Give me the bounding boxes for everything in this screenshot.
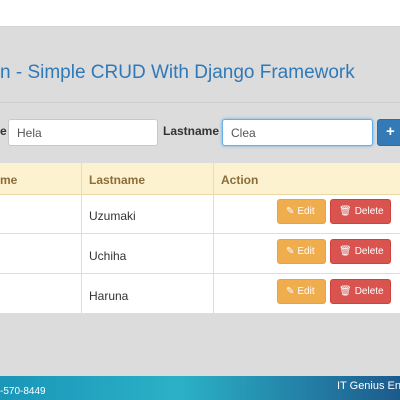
lastname-label: Lastname [163, 124, 220, 138]
column-header-action: Action [221, 173, 259, 187]
add-button[interactable]: + [377, 119, 400, 146]
table-row: Uzumaki ✎ Edit 🗑 Delete [0, 195, 400, 234]
table-row: Uchiha ✎ Edit 🗑 Delete [0, 235, 400, 274]
edit-button[interactable]: ✎ Edit [277, 279, 326, 304]
delete-button-label: Delete [354, 246, 384, 257]
title-divider [0, 102, 400, 103]
table-header: me Lastname Action [0, 163, 400, 195]
footer-brand: IT Genius Eng [337, 380, 400, 392]
top-strip [0, 0, 400, 27]
lastname-cell: Haruna [89, 289, 129, 303]
delete-button[interactable]: 🗑 Delete [330, 239, 391, 264]
column-header-lastname: Lastname [89, 173, 146, 187]
edit-icon: ✎ [286, 286, 295, 297]
trash-icon: 🗑 [339, 206, 352, 217]
lastname-cell: Uzumaki [89, 209, 136, 223]
edit-button[interactable]: ✎ Edit [277, 239, 326, 264]
trash-icon: 🗑 [339, 246, 352, 257]
edit-button-label: Edit [297, 286, 315, 297]
edit-icon: ✎ [286, 246, 295, 257]
delete-button[interactable]: 🗑 Delete [330, 279, 391, 304]
members-table: me Lastname Action Uzumaki ✎ Edit 🗑 Delete… [0, 163, 400, 314]
lastname-cell: Uchiha [89, 249, 127, 263]
footer-phone: -570-8449 [0, 386, 46, 397]
column-header-firstname: me [0, 173, 18, 187]
edit-button-label: Edit [297, 246, 315, 257]
edit-icon: ✎ [286, 206, 295, 217]
delete-button-label: Delete [354, 286, 384, 297]
firstname-label: e [0, 124, 7, 138]
lastname-input[interactable] [222, 119, 373, 146]
edit-button[interactable]: ✎ Edit [277, 199, 326, 224]
firstname-input[interactable] [8, 119, 158, 146]
delete-button[interactable]: 🗑 Delete [330, 199, 391, 224]
table-row: Haruna ✎ Edit 🗑 Delete [0, 275, 400, 314]
page-title: n - Simple CRUD With Django Framework [0, 62, 355, 83]
delete-button-label: Delete [354, 206, 384, 217]
edit-button-label: Edit [297, 206, 315, 217]
trash-icon: 🗑 [339, 286, 352, 297]
